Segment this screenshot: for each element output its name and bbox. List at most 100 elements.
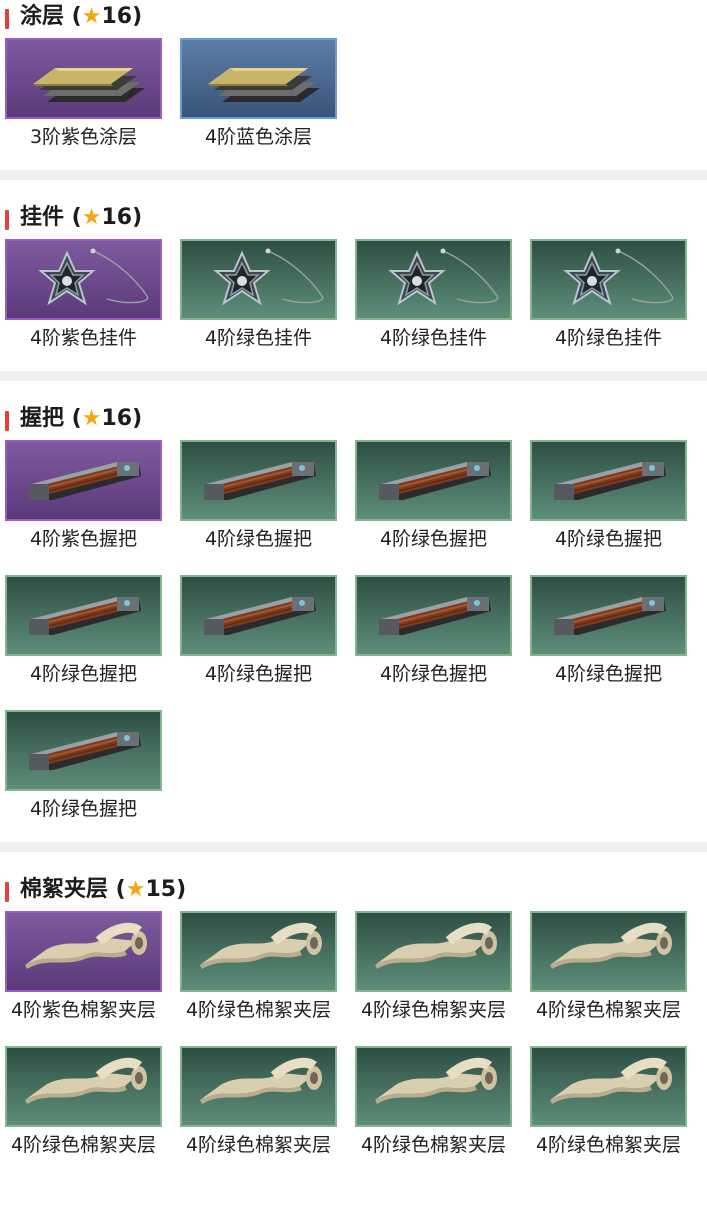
item-thumbnail[interactable] bbox=[530, 1046, 687, 1127]
item-thumbnail[interactable] bbox=[5, 911, 162, 992]
item-thumbnail[interactable] bbox=[5, 38, 162, 119]
item-card[interactable]: 4阶绿色握把 bbox=[355, 440, 512, 555]
section-title: 握把 (★16) bbox=[0, 404, 707, 434]
item-card[interactable]: 4阶绿色挂件 bbox=[355, 239, 512, 354]
section-score: 16 bbox=[101, 406, 133, 431]
item-label: 4阶绿色握把 bbox=[29, 798, 138, 820]
item-label: 4阶绿色棉絮夹层 bbox=[535, 999, 682, 1021]
item-label: 4阶绿色棉絮夹层 bbox=[10, 1134, 157, 1156]
paren-open: ( bbox=[64, 205, 82, 230]
paren-open: ( bbox=[64, 4, 82, 29]
item-thumbnail[interactable] bbox=[180, 440, 337, 521]
item-card[interactable]: 4阶绿色棉絮夹层 bbox=[5, 1046, 162, 1161]
paren-open: ( bbox=[108, 877, 126, 902]
item-grid: 4阶紫色棉絮夹层 4阶绿色棉絮夹层 4阶绿色棉絮夹层 4阶绿色棉絮夹层 4阶绿色… bbox=[0, 911, 707, 1161]
item-card[interactable]: 4阶绿色握把 bbox=[530, 575, 687, 690]
item-thumbnail[interactable] bbox=[530, 440, 687, 521]
item-card[interactable]: 4阶绿色握把 bbox=[180, 575, 337, 690]
item-label: 4阶绿色棉絮夹层 bbox=[360, 1134, 507, 1156]
item-label: 4阶绿色握把 bbox=[554, 528, 663, 550]
item-label: 4阶紫色挂件 bbox=[29, 327, 138, 349]
section-score: 15 bbox=[145, 877, 177, 902]
item-card[interactable]: 4阶绿色棉絮夹层 bbox=[530, 1046, 687, 1161]
item-thumbnail[interactable] bbox=[5, 575, 162, 656]
item-thumbnail[interactable] bbox=[5, 239, 162, 320]
paren-open: ( bbox=[64, 406, 82, 431]
item-card[interactable]: 4阶蓝色涂层 bbox=[180, 38, 337, 153]
paren-close: ) bbox=[132, 205, 143, 230]
section-divider bbox=[0, 371, 707, 381]
item-label: 4阶绿色挂件 bbox=[554, 327, 663, 349]
category-section: 挂件 (★16) 4阶紫色挂件 4阶绿色挂件 4阶绿色挂件 4阶绿色挂件 bbox=[0, 203, 707, 354]
star-icon: ★ bbox=[81, 205, 102, 230]
category-section: 棉絮夹层 (★15) 4阶紫色棉絮夹层 4阶绿色棉絮夹层 4阶绿色棉絮夹层 4阶… bbox=[0, 875, 707, 1161]
item-card[interactable]: 4阶紫色棉絮夹层 bbox=[5, 911, 162, 1026]
item-label: 4阶绿色挂件 bbox=[204, 327, 313, 349]
item-thumbnail[interactable] bbox=[5, 1046, 162, 1127]
title-accent-bar bbox=[5, 882, 9, 902]
item-label: 4阶绿色握把 bbox=[379, 528, 488, 550]
item-thumbnail[interactable] bbox=[530, 911, 687, 992]
item-catalog-page: 涂层 (★16) 3阶紫色涂层 4阶蓝色涂层 挂件 (★16) 4阶紫色挂件 4… bbox=[0, 0, 707, 1227]
item-card[interactable]: 3阶紫色涂层 bbox=[5, 38, 162, 153]
item-label: 3阶紫色涂层 bbox=[29, 126, 138, 148]
item-thumbnail[interactable] bbox=[5, 710, 162, 791]
paren-close: ) bbox=[132, 406, 143, 431]
item-card[interactable]: 4阶绿色棉絮夹层 bbox=[180, 1046, 337, 1161]
item-thumbnail[interactable] bbox=[180, 1046, 337, 1127]
item-card[interactable]: 4阶绿色棉絮夹层 bbox=[180, 911, 337, 1026]
section-name: 棉絮夹层 bbox=[20, 877, 109, 902]
category-section: 握把 (★16) 4阶紫色握把 4阶绿色握把 4阶绿色握把 4阶绿色握把 4阶绿… bbox=[0, 404, 707, 825]
paren-close: ) bbox=[176, 877, 187, 902]
item-card[interactable]: 4阶绿色握把 bbox=[5, 710, 162, 825]
item-thumbnail[interactable] bbox=[5, 440, 162, 521]
item-thumbnail[interactable] bbox=[180, 38, 337, 119]
item-card[interactable]: 4阶绿色握把 bbox=[5, 575, 162, 690]
item-card[interactable]: 4阶绿色握把 bbox=[180, 440, 337, 555]
title-accent-bar bbox=[5, 411, 9, 431]
item-thumbnail[interactable] bbox=[355, 440, 512, 521]
section-divider bbox=[0, 170, 707, 180]
section-title: 挂件 (★16) bbox=[0, 203, 707, 233]
item-grid: 4阶紫色挂件 4阶绿色挂件 4阶绿色挂件 4阶绿色挂件 bbox=[0, 239, 707, 354]
item-card[interactable]: 4阶绿色棉絮夹层 bbox=[530, 911, 687, 1026]
item-label: 4阶紫色握把 bbox=[29, 528, 138, 550]
item-thumbnail[interactable] bbox=[355, 575, 512, 656]
item-thumbnail[interactable] bbox=[530, 575, 687, 656]
item-card[interactable]: 4阶绿色挂件 bbox=[530, 239, 687, 354]
item-grid: 3阶紫色涂层 4阶蓝色涂层 bbox=[0, 38, 707, 153]
section-name: 挂件 bbox=[20, 205, 65, 230]
item-label: 4阶绿色挂件 bbox=[379, 327, 488, 349]
item-thumbnail[interactable] bbox=[355, 911, 512, 992]
item-card[interactable]: 4阶紫色握把 bbox=[5, 440, 162, 555]
title-accent-bar bbox=[5, 9, 9, 29]
item-label: 4阶绿色握把 bbox=[29, 663, 138, 685]
section-score: 16 bbox=[101, 4, 133, 29]
item-label: 4阶紫色棉絮夹层 bbox=[10, 999, 157, 1021]
star-icon: ★ bbox=[125, 877, 146, 902]
item-card[interactable]: 4阶紫色挂件 bbox=[5, 239, 162, 354]
item-thumbnail[interactable] bbox=[530, 239, 687, 320]
item-thumbnail[interactable] bbox=[180, 575, 337, 656]
item-card[interactable]: 4阶绿色握把 bbox=[355, 575, 512, 690]
item-label: 4阶绿色棉絮夹层 bbox=[535, 1134, 682, 1156]
item-card[interactable]: 4阶绿色棉絮夹层 bbox=[355, 1046, 512, 1161]
item-card[interactable]: 4阶绿色握把 bbox=[530, 440, 687, 555]
star-icon: ★ bbox=[81, 4, 102, 29]
item-label: 4阶绿色握把 bbox=[554, 663, 663, 685]
section-divider bbox=[0, 842, 707, 852]
item-thumbnail[interactable] bbox=[355, 239, 512, 320]
item-label: 4阶蓝色涂层 bbox=[204, 126, 313, 148]
paren-close: ) bbox=[132, 4, 143, 29]
item-card[interactable]: 4阶绿色棉絮夹层 bbox=[355, 911, 512, 1026]
section-title: 棉絮夹层 (★15) bbox=[0, 875, 707, 905]
item-grid: 4阶紫色握把 4阶绿色握把 4阶绿色握把 4阶绿色握把 4阶绿色握把 4阶绿色握… bbox=[0, 440, 707, 825]
item-thumbnail[interactable] bbox=[180, 239, 337, 320]
item-label: 4阶绿色握把 bbox=[204, 528, 313, 550]
category-section: 涂层 (★16) 3阶紫色涂层 4阶蓝色涂层 bbox=[0, 2, 707, 153]
section-title: 涂层 (★16) bbox=[0, 2, 707, 32]
item-thumbnail[interactable] bbox=[180, 911, 337, 992]
item-thumbnail[interactable] bbox=[355, 1046, 512, 1127]
section-name: 涂层 bbox=[20, 4, 65, 29]
item-card[interactable]: 4阶绿色挂件 bbox=[180, 239, 337, 354]
